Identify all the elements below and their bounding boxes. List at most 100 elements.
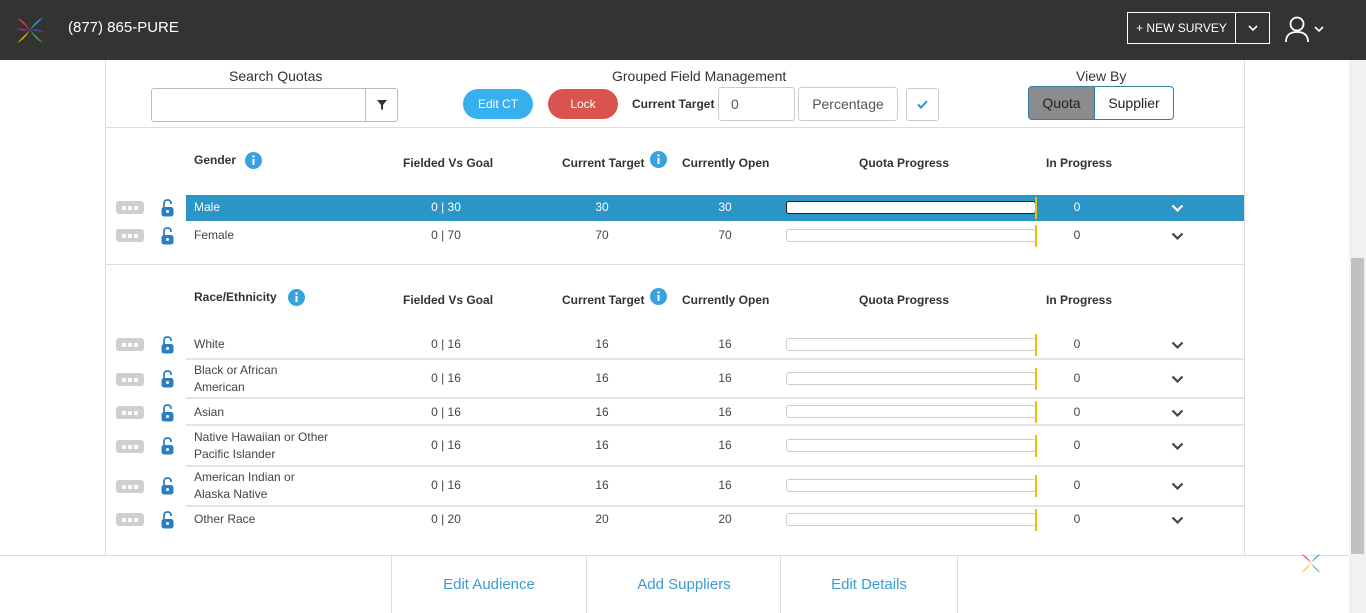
scrollbar-thumb[interactable]	[1351, 258, 1364, 554]
row-open: 20	[718, 512, 732, 526]
col-current-target: Current Target	[562, 156, 645, 170]
new-survey-button[interactable]: + NEW SURVEY	[1127, 12, 1236, 44]
group-title-gender: Gender	[194, 153, 237, 167]
unlocked-icon[interactable]	[161, 336, 174, 354]
row-fielded: 0 | 16	[431, 371, 461, 385]
row-name: Native Hawaiian or Other Pacific Islande…	[194, 430, 329, 461]
row-open: 16	[718, 405, 732, 419]
quota-progress-bar	[786, 338, 1036, 351]
col-fielded-vs-goal: Fielded Vs Goal	[403, 156, 494, 170]
quota-progress-bar	[786, 201, 1036, 214]
row-menu-button[interactable]	[116, 201, 144, 214]
quota-progress-bar	[786, 229, 1036, 242]
chevron-down-icon[interactable]	[1171, 482, 1184, 491]
chevron-down-icon[interactable]	[1171, 442, 1184, 451]
row-name: White	[194, 337, 225, 351]
user-menu[interactable]	[1284, 15, 1328, 45]
search-quotas-input[interactable]	[151, 88, 366, 122]
unlocked-icon[interactable]	[161, 199, 174, 217]
row-name: American Indian or Alaska Native	[194, 470, 295, 501]
col-in-progress: In Progress	[1046, 156, 1113, 170]
quota-progress-bar	[786, 479, 1036, 492]
chevron-down-icon[interactable]	[1171, 204, 1184, 213]
chevron-down-icon[interactable]	[1171, 409, 1184, 418]
filter-icon	[376, 100, 387, 110]
chevron-down-icon[interactable]	[1171, 516, 1184, 525]
divider	[106, 127, 1244, 128]
unlocked-icon[interactable]	[161, 404, 174, 422]
row-open: 70	[718, 228, 732, 242]
percentage-button[interactable]: Percentage	[798, 87, 898, 121]
quota-progress-bar	[786, 372, 1036, 385]
view-by-supplier-toggle[interactable]: Supplier	[1094, 86, 1174, 120]
chevron-down-icon[interactable]	[1171, 232, 1184, 241]
lock-button[interactable]: Lock	[548, 89, 618, 119]
info-icon[interactable]	[288, 289, 305, 306]
edit-ct-button[interactable]: Edit CT	[463, 89, 533, 119]
unlocked-icon[interactable]	[161, 370, 174, 388]
row-fielded: 0 | 16	[431, 438, 461, 452]
info-icon[interactable]	[650, 151, 667, 168]
chevron-down-icon[interactable]	[1171, 341, 1184, 350]
row-fielded: 0 | 70	[431, 228, 461, 242]
row-name: Female	[194, 228, 235, 242]
row-in-progress: 0	[1073, 228, 1081, 242]
row-fielded: 0 | 16	[431, 405, 461, 419]
col-in-progress: In Progress	[1046, 293, 1113, 307]
filter-button[interactable]	[365, 88, 398, 122]
quota-progress-bar	[786, 439, 1036, 452]
row-fielded: 0 | 30	[431, 200, 461, 214]
brand-logo-icon[interactable]	[14, 14, 46, 46]
row-in-progress: 0	[1073, 512, 1081, 526]
row-in-progress: 0	[1073, 200, 1081, 214]
brand-logo-icon	[1301, 554, 1321, 573]
view-by-quota-toggle[interactable]: Quota	[1028, 86, 1095, 120]
info-icon[interactable]	[650, 288, 667, 305]
row-target: 16	[595, 405, 609, 419]
chevron-down-icon	[1247, 24, 1258, 31]
row-name: Asian	[194, 405, 225, 419]
new-survey-dropdown-button[interactable]	[1235, 12, 1270, 44]
row-open: 16	[718, 371, 732, 385]
row-target: 16	[595, 337, 609, 351]
row-in-progress: 0	[1073, 371, 1081, 385]
current-target-input[interactable]: 0	[718, 87, 795, 121]
row-menu-button[interactable]	[116, 440, 144, 453]
row-menu-button[interactable]	[116, 338, 144, 351]
unlocked-icon[interactable]	[161, 477, 174, 495]
current-target-label: Current Target	[632, 97, 715, 111]
row-fielded: 0 | 20	[431, 512, 461, 526]
chevron-down-icon[interactable]	[1171, 375, 1184, 384]
row-divider	[186, 397, 1244, 399]
row-divider	[186, 358, 1244, 360]
quota-progress-bar	[786, 513, 1036, 526]
info-icon[interactable]	[245, 152, 262, 169]
row-menu-button[interactable]	[116, 513, 144, 526]
edit-audience-button[interactable]: Edit Audience	[391, 556, 586, 613]
row-divider	[186, 505, 1244, 507]
row-menu-button[interactable]	[116, 480, 144, 493]
unlocked-icon[interactable]	[161, 437, 174, 455]
add-suppliers-button[interactable]: Add Suppliers	[586, 556, 781, 613]
search-quotas-label: Search Quotas	[229, 68, 323, 84]
row-in-progress: 0	[1073, 438, 1081, 452]
unlocked-icon[interactable]	[161, 227, 174, 245]
row-target: 16	[595, 438, 609, 452]
checkmark-icon	[917, 100, 928, 109]
user-icon	[1285, 16, 1309, 43]
row-menu-button[interactable]	[116, 406, 144, 419]
row-divider	[186, 424, 1244, 426]
row-in-progress: 0	[1073, 478, 1081, 492]
row-name: Other Race	[194, 512, 256, 526]
unlocked-icon[interactable]	[161, 511, 174, 529]
row-in-progress: 0	[1073, 337, 1081, 351]
phone-number: (877) 865-PURE	[68, 19, 179, 36]
grouped-field-management-label: Grouped Field Management	[612, 68, 787, 84]
col-currently-open: Currently Open	[682, 293, 770, 307]
row-menu-button[interactable]	[116, 373, 144, 386]
row-name: Male	[194, 200, 221, 214]
edit-details-button[interactable]: Edit Details	[780, 556, 958, 613]
apply-button[interactable]	[906, 88, 939, 121]
row-fielded: 0 | 16	[431, 337, 461, 351]
row-menu-button[interactable]	[116, 229, 144, 242]
